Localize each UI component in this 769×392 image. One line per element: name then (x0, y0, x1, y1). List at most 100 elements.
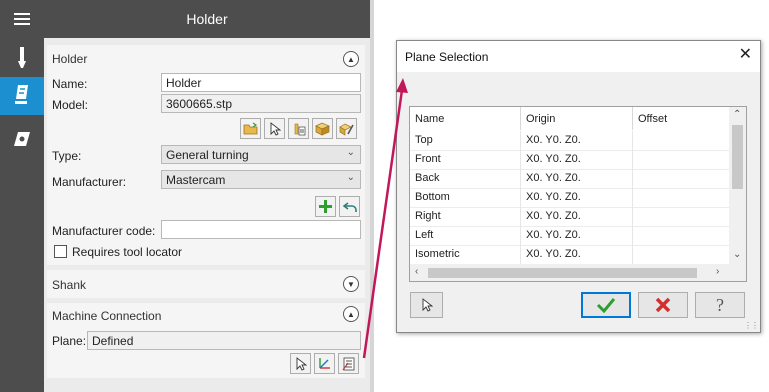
table-row[interactable]: Bottom X0. Y0. Z0. (410, 188, 730, 207)
holder-section: Holder ▲ Name: Holder Model: 3600665.stp… (47, 45, 365, 265)
chevron-up-icon: ▲ (347, 309, 355, 319)
vertical-scrollbar[interactable]: ⌃ ⌄ (729, 107, 746, 264)
plane-selection-dialog: Plane Selection ✕ Name Origin Offset Top… (396, 40, 761, 333)
collapse-holder-button[interactable]: ▲ (343, 51, 359, 67)
resize-grip-icon[interactable]: ⋮⋮ (744, 321, 759, 330)
chevron-down-icon: ▼ (347, 279, 355, 289)
scroll-up-icon[interactable]: ⌃ (733, 109, 741, 120)
scroll-right-icon[interactable]: › (716, 266, 719, 277)
cursor-icon (296, 356, 307, 371)
close-icon[interactable]: ✕ (739, 47, 752, 63)
manufacturer-select[interactable]: Mastercam ⌄ (161, 170, 361, 189)
collapse-machine-connection-button[interactable]: ▲ (343, 306, 359, 322)
table-row[interactable]: Back X0. Y0. Z0. (410, 169, 730, 188)
column-header-name[interactable]: Name (410, 107, 521, 130)
table-row[interactable]: Isometric X0. Y0. Z0. (410, 245, 730, 264)
cell-origin: X0. Y0. Z0. (521, 169, 633, 188)
axes-icon (319, 358, 330, 369)
cell-origin: X0. Y0. Z0. (521, 245, 633, 264)
question-mark-icon: ? (716, 294, 724, 315)
cell-name: Bottom (410, 188, 521, 207)
holder-tab-button[interactable] (0, 77, 44, 115)
cell-offset (633, 131, 730, 150)
undo-manufacturer-button[interactable] (339, 196, 360, 217)
name-input[interactable]: Holder (161, 73, 361, 92)
cell-offset (633, 150, 730, 169)
open-folder-icon (243, 122, 258, 135)
hamburger-menu-icon (14, 13, 30, 25)
plane-input[interactable]: Defined (87, 331, 361, 350)
holder-panel: Holder Holder ▲ Name: Holder Model: 3600… (44, 0, 370, 392)
scroll-down-icon[interactable]: ⌄ (733, 249, 741, 260)
column-header-origin[interactable]: Origin (521, 107, 633, 130)
holder-section-title: Holder (52, 52, 88, 66)
type-select[interactable]: General turning ⌄ (161, 145, 361, 164)
column-header-offset[interactable]: Offset (633, 107, 730, 130)
manufacturer-code-label: Manufacturer code: (52, 224, 156, 238)
horizontal-scroll-thumb[interactable] (428, 268, 697, 278)
table-row[interactable]: Left X0. Y0. Z0. (410, 226, 730, 245)
chevron-down-icon: ⌄ (346, 172, 355, 183)
manufacturer-code-input[interactable] (161, 220, 361, 239)
type-label: Type: (52, 149, 82, 163)
open-file-button[interactable] (240, 118, 261, 139)
red-x-icon (655, 297, 671, 313)
solid-model-button[interactable] (312, 118, 333, 139)
name-label: Name: (52, 77, 88, 91)
plane-list-icon (342, 357, 354, 370)
insert-tab-button[interactable] (0, 120, 44, 158)
checkmark-icon (596, 298, 616, 313)
vertical-scroll-thumb[interactable] (732, 125, 743, 189)
box-icon (315, 122, 330, 136)
edit-model-icon (339, 123, 354, 136)
horizontal-scrollbar[interactable]: ‹ › (410, 264, 746, 281)
cell-offset (633, 188, 730, 207)
cell-name: Front (410, 150, 521, 169)
manufacturer-value: Mastercam (166, 173, 226, 187)
holder-tab-icon (15, 85, 28, 104)
panel-title: Holder (186, 11, 228, 27)
insert-tab-icon (14, 132, 30, 146)
table-row[interactable]: Top X0. Y0. Z0. (410, 131, 730, 150)
undo-icon (342, 201, 357, 212)
cell-offset (633, 169, 730, 188)
dialog-titlebar: Plane Selection ✕ (397, 41, 760, 72)
cell-offset (633, 245, 730, 264)
select-model-button[interactable] (264, 118, 285, 139)
plane-list-button[interactable] (338, 353, 359, 374)
expand-shank-button[interactable]: ▼ (343, 276, 359, 292)
dynamic-plane-button[interactable] (314, 353, 335, 374)
edit-model-button[interactable] (336, 118, 357, 139)
ok-button[interactable] (581, 292, 631, 318)
cell-offset (633, 226, 730, 245)
shank-section: Shank ▼ (47, 270, 365, 298)
table-row[interactable]: Right X0. Y0. Z0. (410, 207, 730, 226)
cell-name: Right (410, 207, 521, 226)
cell-name: Isometric (410, 245, 521, 264)
table-row[interactable]: Front X0. Y0. Z0. (410, 150, 730, 169)
add-manufacturer-button[interactable] (315, 196, 336, 217)
panel-divider[interactable] (370, 0, 374, 392)
requires-locator-checkbox[interactable] (54, 245, 67, 258)
plus-icon (319, 200, 332, 213)
select-plane-cursor-button[interactable] (410, 292, 443, 318)
cancel-button[interactable] (638, 292, 688, 318)
plane-label: Plane: (52, 334, 87, 348)
cell-origin: X0. Y0. Z0. (521, 188, 633, 207)
chevron-down-icon: ⌄ (346, 147, 355, 158)
cell-offset (633, 207, 730, 226)
requires-locator-label: Requires tool locator (72, 245, 183, 259)
help-button[interactable]: ? (695, 292, 745, 318)
hamburger-menu-button[interactable] (0, 0, 44, 38)
tool-tab-button[interactable] (0, 39, 44, 77)
scroll-left-icon[interactable]: ‹ (415, 266, 418, 277)
cell-name: Left (410, 226, 521, 245)
cell-origin: X0. Y0. Z0. (521, 131, 633, 150)
model-input[interactable]: 3600665.stp (161, 94, 361, 113)
select-plane-cursor-button[interactable] (290, 353, 311, 374)
cursor-icon (270, 121, 281, 136)
cell-origin: X0. Y0. Z0. (521, 150, 633, 169)
cursor-icon (422, 298, 433, 312)
dialog-title: Plane Selection (405, 50, 489, 64)
model-info-button[interactable] (288, 118, 309, 139)
